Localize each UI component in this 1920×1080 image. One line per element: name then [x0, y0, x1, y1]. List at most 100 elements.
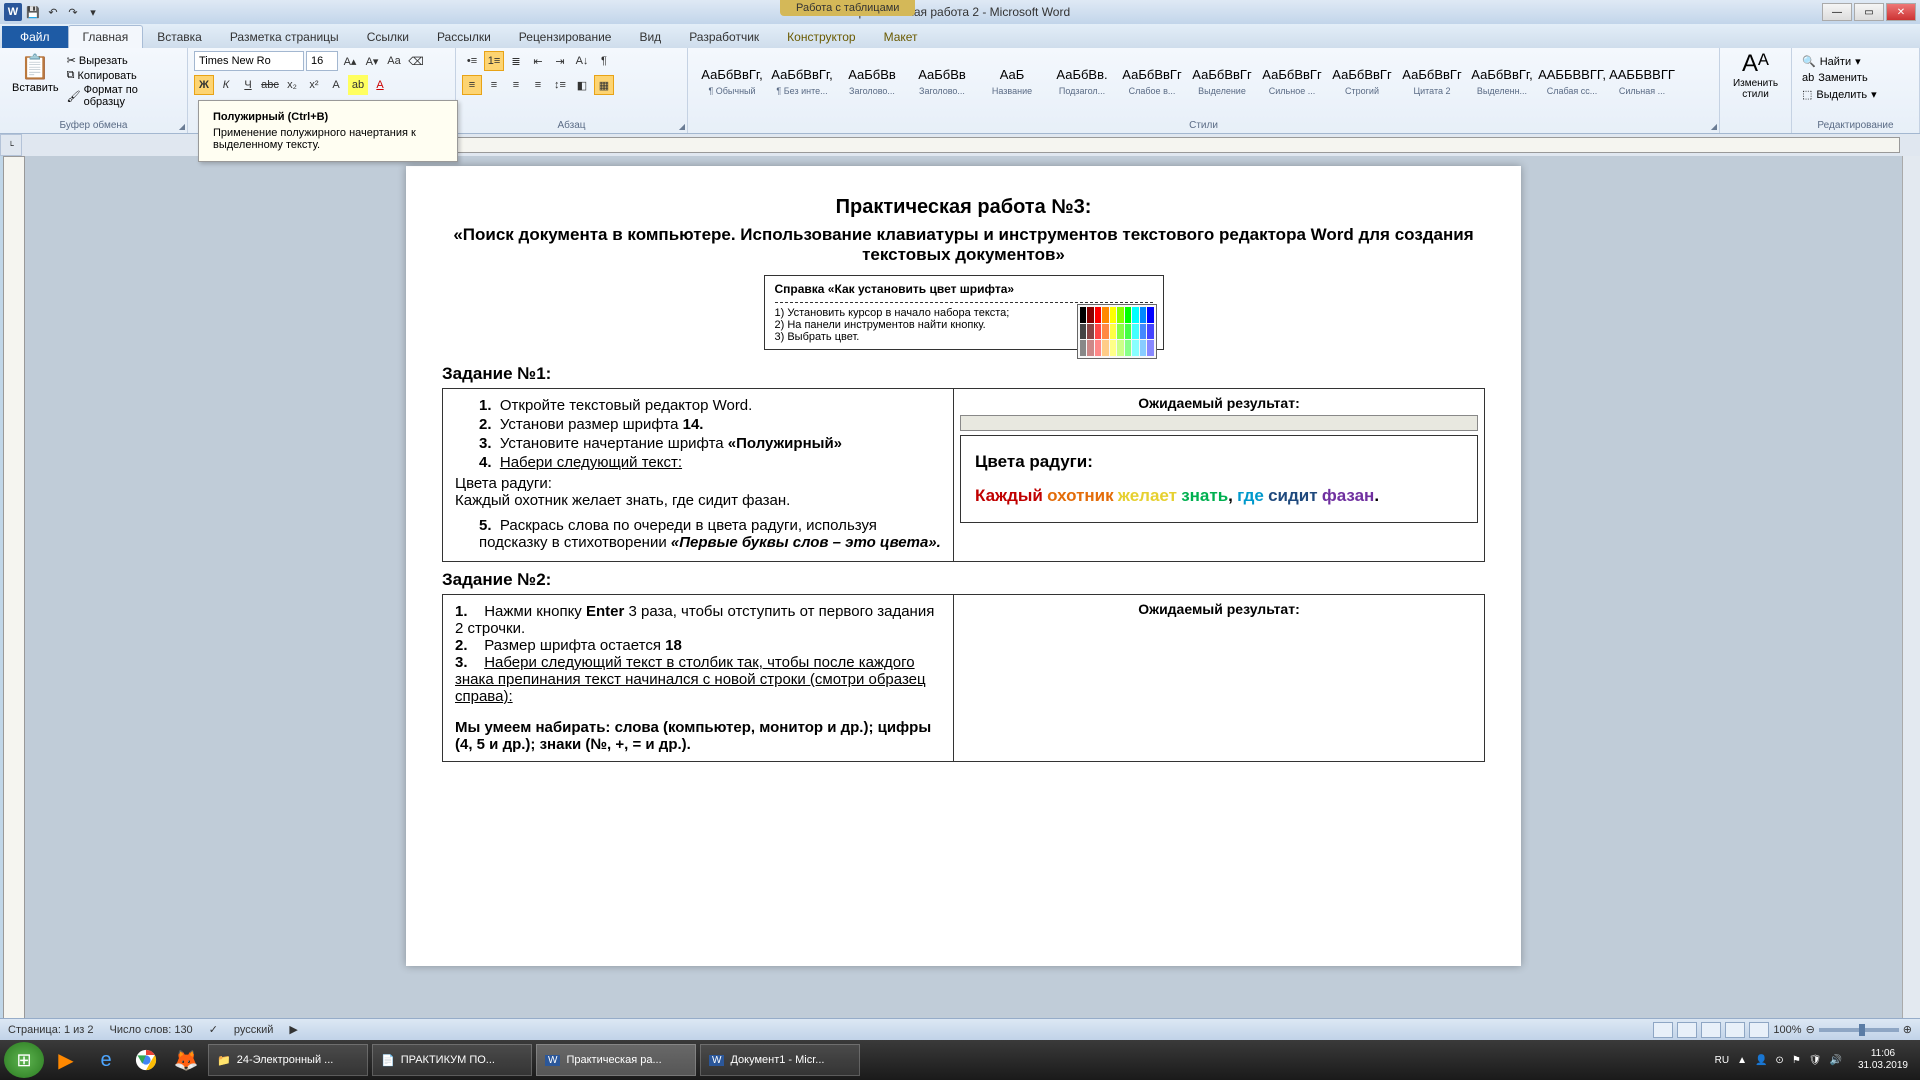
select-button[interactable]: ⬚Выделить ▾ — [1800, 86, 1911, 103]
style-item[interactable]: АаБбВв.Подзагол... — [1048, 53, 1116, 109]
qat-more[interactable]: ▾ — [84, 3, 102, 21]
tb-task-pdf[interactable]: 📄ПРАКТИКУМ ПО... — [372, 1044, 532, 1076]
close-button[interactable]: ✕ — [1886, 3, 1916, 21]
taskbar-clock[interactable]: 11:06 31.03.2019 — [1850, 1048, 1916, 1072]
font-size-select[interactable] — [306, 51, 338, 71]
tab-mailings[interactable]: Рассылки — [423, 26, 505, 48]
style-item[interactable]: ААББВВГГСильная ... — [1608, 53, 1676, 109]
draft-view[interactable] — [1749, 1022, 1769, 1038]
tab-file[interactable]: Файл — [2, 26, 68, 48]
vertical-scrollbar[interactable] — [1902, 156, 1920, 1056]
chrome-icon[interactable] — [128, 1044, 164, 1076]
firefox-icon[interactable]: 🦊 — [168, 1044, 204, 1076]
align-left-button[interactable]: ≡ — [462, 75, 482, 95]
maximize-button[interactable]: ▭ — [1854, 3, 1884, 21]
font-color-button[interactable]: A — [370, 75, 390, 95]
tab-home[interactable]: Главная — [68, 25, 144, 48]
replace-button[interactable]: abЗаменить — [1800, 70, 1911, 86]
font-name-select[interactable] — [194, 51, 304, 71]
paste-button[interactable]: 📋 Вставить — [6, 51, 65, 111]
clipboard-launcher[interactable]: ◢ — [179, 122, 185, 131]
tab-table-design[interactable]: Конструктор — [773, 26, 869, 48]
borders-button[interactable]: ▦ — [594, 75, 614, 95]
justify-button[interactable]: ≡ — [528, 75, 548, 95]
style-item[interactable]: АаБбВвЗаголово... — [908, 53, 976, 109]
document-area[interactable]: Практическая работа №3: «Поиск документа… — [25, 156, 1902, 1056]
tray-icon[interactable]: ▲ — [1737, 1055, 1747, 1066]
style-item[interactable]: АаБбВвГгВыделение — [1188, 53, 1256, 109]
tray-icon[interactable]: ⚑ — [1792, 1055, 1801, 1066]
style-item[interactable]: АаБбВвГгСтрогий — [1328, 53, 1396, 109]
show-marks-button[interactable]: ¶ — [594, 51, 614, 71]
underline-button[interactable]: Ч — [238, 75, 258, 95]
outline-view[interactable] — [1725, 1022, 1745, 1038]
paragraph-launcher[interactable]: ◢ — [679, 122, 685, 131]
tab-review[interactable]: Рецензирование — [505, 26, 626, 48]
multilevel-button[interactable]: ≣ — [506, 51, 526, 71]
indent-increase-button[interactable]: ⇥ — [550, 51, 570, 71]
tb-task-word1[interactable]: WПрактическая ра... — [536, 1044, 696, 1076]
styles-launcher[interactable]: ◢ — [1711, 122, 1717, 131]
horizontal-ruler[interactable] — [422, 137, 1900, 153]
start-button[interactable]: ⊞ — [4, 1042, 44, 1078]
style-item[interactable]: АаБбВвГгСильное ... — [1258, 53, 1326, 109]
tray-icon[interactable]: ⊙ — [1775, 1055, 1783, 1066]
subscript-button[interactable]: x₂ — [282, 75, 302, 95]
numbering-button[interactable]: 1≡ — [484, 51, 504, 71]
tab-page-layout[interactable]: Разметка страницы — [216, 26, 353, 48]
change-styles-button[interactable]: Aᴬ Изменить стили — [1728, 50, 1783, 100]
tb-task-word2[interactable]: WДокумент1 - Micr... — [700, 1044, 860, 1076]
zoom-in[interactable]: ⊕ — [1903, 1023, 1912, 1036]
zoom-slider[interactable] — [1819, 1028, 1899, 1032]
word-count[interactable]: Число слов: 130 — [110, 1024, 193, 1036]
tb-lang[interactable]: RU — [1715, 1055, 1729, 1066]
style-item[interactable]: АаБбВвГг,Выделенн... — [1468, 53, 1536, 109]
style-item[interactable]: АаБбВвГг,¶ Без инте... — [768, 53, 836, 109]
style-item[interactable]: АаБбВвГг,¶ Обычный — [698, 53, 766, 109]
redo-qat[interactable]: ↷ — [64, 3, 82, 21]
page-status[interactable]: Страница: 1 из 2 — [8, 1024, 94, 1036]
tray-icon[interactable]: 👤 — [1755, 1055, 1767, 1066]
language-status[interactable]: русский — [234, 1024, 273, 1036]
style-item[interactable]: ААББВВГГ,Слабая сс... — [1538, 53, 1606, 109]
style-item[interactable]: АаБНазвание — [978, 53, 1046, 109]
format-painter-button[interactable]: 🖌Формат по образцу — [65, 83, 181, 109]
undo-qat[interactable]: ↶ — [44, 3, 62, 21]
align-center-button[interactable]: ≡ — [484, 75, 504, 95]
align-right-button[interactable]: ≡ — [506, 75, 526, 95]
tab-developer[interactable]: Разработчик — [675, 26, 773, 48]
clear-format-button[interactable]: ⌫ — [406, 51, 426, 71]
full-screen-view[interactable] — [1677, 1022, 1697, 1038]
tb-task-folder[interactable]: 📁24-Электронный ... — [208, 1044, 368, 1076]
bullets-button[interactable]: •≡ — [462, 51, 482, 71]
tab-insert[interactable]: Вставка — [143, 26, 216, 48]
shading-button[interactable]: ◧ — [572, 75, 592, 95]
tab-references[interactable]: Ссылки — [353, 26, 423, 48]
styles-gallery[interactable]: АаБбВвГг,¶ ОбычныйАаБбВвГг,¶ Без инте...… — [694, 51, 1713, 111]
style-item[interactable]: АаБбВвГгСлабое в... — [1118, 53, 1186, 109]
tray-icon[interactable]: 🔊 — [1829, 1055, 1841, 1066]
text-effects-button[interactable]: A — [326, 75, 346, 95]
shrink-font-button[interactable]: A▾ — [362, 51, 382, 71]
style-item[interactable]: АаБбВвЗаголово... — [838, 53, 906, 109]
copy-button[interactable]: ⧉Копировать — [65, 68, 181, 83]
grow-font-button[interactable]: A▴ — [340, 51, 360, 71]
strike-button[interactable]: abc — [260, 75, 280, 95]
superscript-button[interactable]: x² — [304, 75, 324, 95]
bold-button[interactable]: Ж — [194, 75, 214, 95]
vertical-ruler[interactable] — [3, 156, 25, 1056]
style-item[interactable]: АаБбВвГгЦитата 2 — [1398, 53, 1466, 109]
save-qat[interactable]: 💾 — [24, 3, 42, 21]
tab-table-layout[interactable]: Макет — [870, 26, 932, 48]
line-spacing-button[interactable]: ↕≡ — [550, 75, 570, 95]
zoom-out[interactable]: ⊖ — [1806, 1023, 1815, 1036]
zoom-level[interactable]: 100% — [1773, 1024, 1801, 1036]
print-layout-view[interactable] — [1653, 1022, 1673, 1038]
tab-selector[interactable]: └ — [0, 134, 22, 156]
macro-status[interactable]: ▶ — [289, 1023, 297, 1036]
italic-button[interactable]: К — [216, 75, 236, 95]
find-button[interactable]: 🔍Найти ▾ — [1800, 53, 1911, 70]
tab-view[interactable]: Вид — [625, 26, 675, 48]
change-case-button[interactable]: Aa — [384, 51, 404, 71]
minimize-button[interactable]: — — [1822, 3, 1852, 21]
